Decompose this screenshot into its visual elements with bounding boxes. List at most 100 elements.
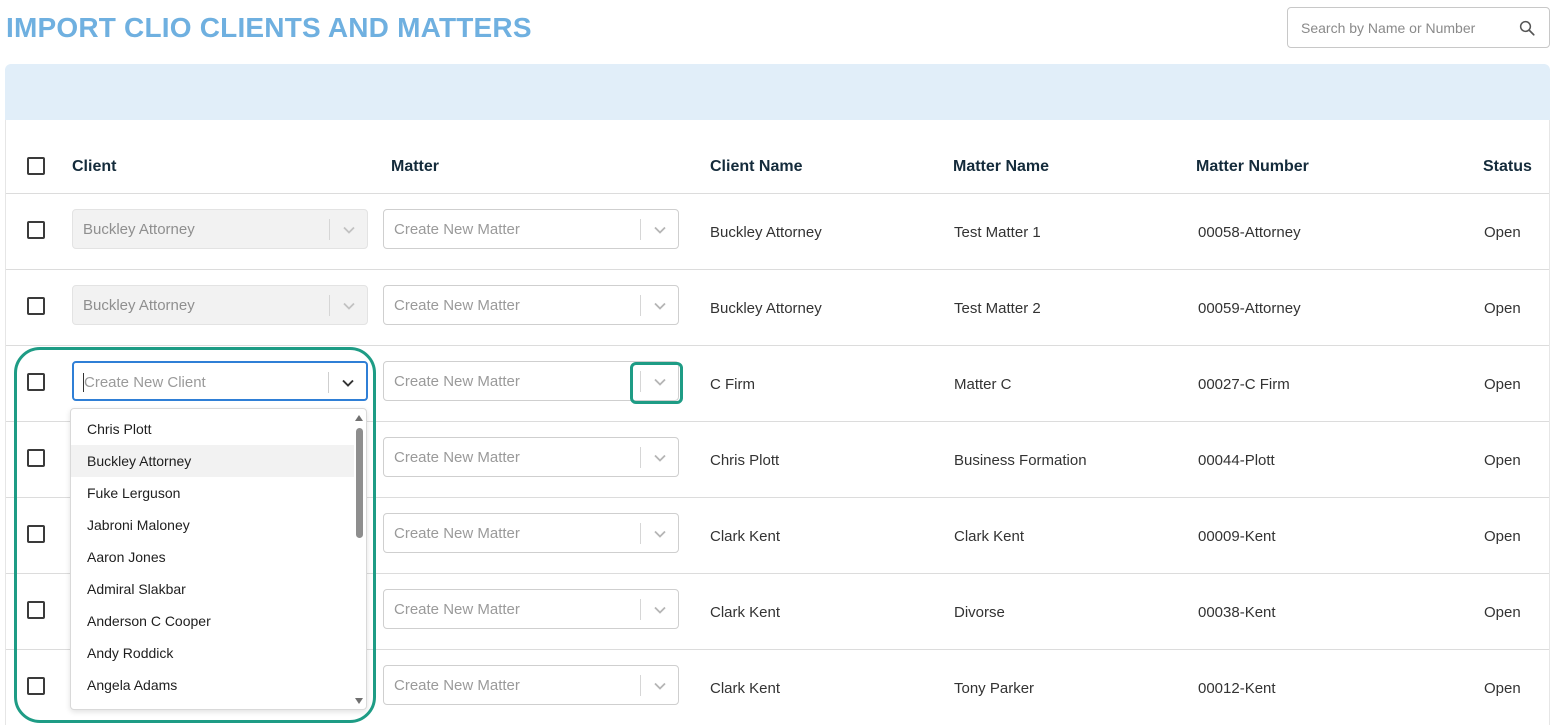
matter-select-value: Create New Matter xyxy=(394,525,520,542)
dropdown-option[interactable]: Buckley Attorney xyxy=(71,445,354,477)
matter-select-value: Create New Matter xyxy=(394,677,520,694)
client-name-cell: Buckley Attorney xyxy=(710,300,822,317)
search-input[interactable] xyxy=(1288,8,1510,47)
header-matter-number: Matter Number xyxy=(1196,158,1309,175)
status-cell: Open xyxy=(1484,680,1521,697)
select-separator xyxy=(640,599,641,620)
status-cell: Open xyxy=(1484,300,1521,317)
chevron-down-icon xyxy=(343,226,355,234)
dropdown-scrollbar[interactable] xyxy=(352,409,366,709)
table-row: Buckley Attorney Create New Matter Buckl… xyxy=(6,270,1549,346)
matter-select[interactable]: Create New Matter xyxy=(383,285,679,325)
matter-select[interactable]: Create New Matter xyxy=(383,589,679,629)
matter-select-value: Create New Matter xyxy=(394,221,520,238)
status-cell: Open xyxy=(1484,528,1521,545)
client-select[interactable]: Create New Client xyxy=(72,361,368,401)
page: IMPORT CLIO CLIENTS AND MATTERS Client M… xyxy=(0,0,1554,725)
dropdown-option[interactable]: Angela Adams xyxy=(71,669,354,701)
client-select: Buckley Attorney xyxy=(72,209,368,249)
chevron-down-icon[interactable] xyxy=(653,299,667,313)
matter-select-value: Create New Matter xyxy=(394,601,520,618)
select-separator xyxy=(640,371,641,392)
row-checkbox[interactable] xyxy=(27,449,45,467)
matter-name-cell: Divorse xyxy=(954,604,1005,621)
page-title: IMPORT CLIO CLIENTS AND MATTERS xyxy=(6,12,532,43)
scrollbar-thumb[interactable] xyxy=(356,428,363,538)
dropdown-option[interactable]: Aaron Jones xyxy=(71,541,354,573)
client-name-cell: C Firm xyxy=(710,376,755,393)
client-name-cell: Clark Kent xyxy=(710,604,781,621)
matter-number-cell: 00058-Attorney xyxy=(1198,224,1301,241)
matter-select[interactable]: Create New Matter xyxy=(383,209,679,249)
row-checkbox[interactable] xyxy=(27,297,45,315)
row-checkbox[interactable] xyxy=(27,525,45,543)
matter-name-cell: Business Formation xyxy=(954,452,1087,469)
dropdown-option[interactable]: Chris Plott xyxy=(71,413,354,445)
dropdown-option[interactable]: Andy Roddick xyxy=(71,637,354,669)
search-icon[interactable] xyxy=(1518,19,1536,37)
status-cell: Open xyxy=(1484,604,1521,621)
dropdown-option[interactable]: Jabroni Maloney xyxy=(71,509,354,541)
matter-number-cell: 00044-Plott xyxy=(1198,452,1275,469)
scroll-down-arrow-icon[interactable] xyxy=(355,698,363,704)
chevron-down-icon[interactable] xyxy=(653,451,667,465)
select-separator xyxy=(640,295,641,316)
select-separator xyxy=(329,219,330,240)
info-banner xyxy=(5,64,1550,120)
matter-number-cell: 00059-Attorney xyxy=(1198,300,1301,317)
row-checkbox[interactable] xyxy=(27,373,45,391)
chevron-down-icon[interactable] xyxy=(653,223,667,237)
select-separator xyxy=(640,219,641,240)
matter-select[interactable]: Create New Matter xyxy=(383,665,679,705)
scroll-up-arrow-icon[interactable] xyxy=(355,415,363,421)
header-client: Client xyxy=(72,158,117,175)
select-separator xyxy=(640,675,641,696)
client-select-value: Buckley Attorney xyxy=(83,221,195,238)
chevron-down-icon[interactable] xyxy=(653,375,667,389)
client-select-value[interactable]: Create New Client xyxy=(84,374,206,391)
matter-select[interactable]: Create New Matter xyxy=(383,513,679,553)
matter-name-cell: Matter C xyxy=(954,376,1012,393)
header-client-name: Client Name xyxy=(710,158,803,175)
status-cell: Open xyxy=(1484,452,1521,469)
matter-number-cell: 00009-Kent xyxy=(1198,528,1276,545)
dropdown-option[interactable]: Anderson C Cooper xyxy=(71,605,354,637)
client-name-cell: Buckley Attorney xyxy=(710,224,822,241)
dropdown-option[interactable]: Fuke Lerguson xyxy=(71,477,354,509)
matter-name-cell: Tony Parker xyxy=(954,680,1035,697)
status-cell: Open xyxy=(1484,224,1521,241)
select-separator xyxy=(640,523,641,544)
header-matter: Matter xyxy=(391,158,440,175)
client-dropdown-menu[interactable]: Chris Plott Buckley Attorney Fuke Lergus… xyxy=(70,408,367,710)
client-name-cell: Clark Kent xyxy=(710,680,781,697)
matter-number-cell: 00038-Kent xyxy=(1198,604,1276,621)
table-header-row: Client Matter Client Name Matter Name Ma… xyxy=(6,120,1549,194)
matter-select-value: Create New Matter xyxy=(394,449,520,466)
select-separator xyxy=(640,447,641,468)
matter-select[interactable]: Create New Matter xyxy=(383,361,679,401)
chevron-down-icon xyxy=(343,302,355,310)
search-box[interactable] xyxy=(1287,7,1550,48)
matter-number-cell: 00012-Kent xyxy=(1198,680,1276,697)
row-checkbox[interactable] xyxy=(27,221,45,239)
select-all-checkbox[interactable] xyxy=(27,157,45,175)
row-checkbox[interactable] xyxy=(27,601,45,619)
header-matter-name: Matter Name xyxy=(953,158,1050,175)
select-separator xyxy=(328,372,329,393)
table-row: Buckley Attorney Create New Matter Buckl… xyxy=(6,194,1549,270)
matter-select[interactable]: Create New Matter xyxy=(383,437,679,477)
dropdown-option[interactable]: Admiral Slakbar xyxy=(71,573,354,605)
matter-name-cell: Clark Kent xyxy=(954,528,1025,545)
matter-name-cell: Test Matter 1 xyxy=(954,224,1041,241)
chevron-down-icon[interactable] xyxy=(653,527,667,541)
matter-select-value: Create New Matter xyxy=(394,373,520,390)
matter-number-cell: 00027-C Firm xyxy=(1198,376,1290,393)
chevron-down-icon[interactable] xyxy=(653,603,667,617)
client-name-cell: Chris Plott xyxy=(710,452,780,469)
chevron-down-icon[interactable] xyxy=(653,679,667,693)
row-checkbox[interactable] xyxy=(27,677,45,695)
chevron-down-icon[interactable] xyxy=(341,376,355,390)
matter-name-cell: Test Matter 2 xyxy=(954,300,1041,317)
client-name-cell: Clark Kent xyxy=(710,528,781,545)
select-separator xyxy=(329,295,330,316)
